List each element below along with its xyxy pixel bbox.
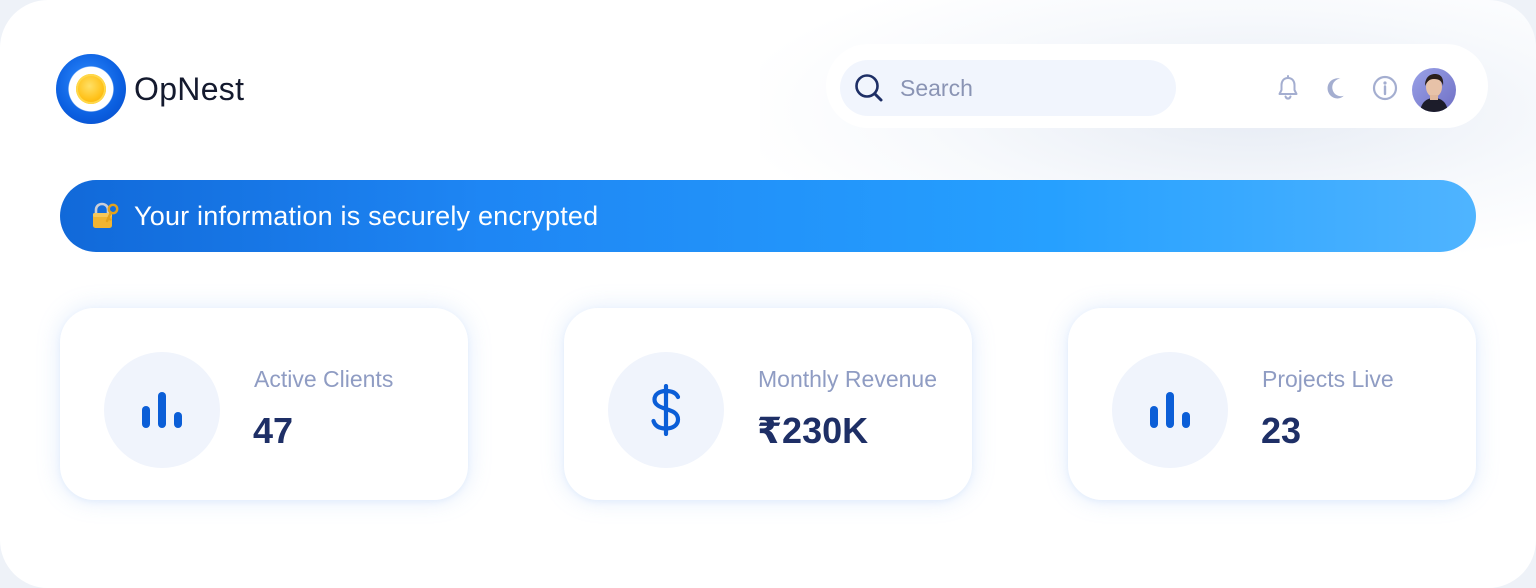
banner-text: Your information is securely encrypted bbox=[134, 200, 599, 231]
stat-label: Active Clients bbox=[254, 366, 394, 392]
stat-value: 47 bbox=[253, 410, 294, 451]
info-icon bbox=[1372, 75, 1398, 101]
app-frame: OpNest Search Your information is secure… bbox=[0, 0, 1536, 588]
theme-toggle-button[interactable] bbox=[1323, 74, 1351, 102]
logo-icon bbox=[56, 54, 126, 124]
brand-logo[interactable]: OpNest bbox=[56, 54, 244, 124]
security-banner: Your information is securely encrypted bbox=[60, 180, 1476, 252]
stat-card-monthly-revenue[interactable]: Monthly Revenue ₹230K bbox=[564, 308, 972, 500]
card-icon-container bbox=[104, 352, 220, 468]
search-bar[interactable] bbox=[840, 60, 1176, 116]
bar-chart-icon bbox=[1150, 392, 1190, 428]
search-input[interactable] bbox=[898, 73, 1142, 103]
avatar-image bbox=[1412, 68, 1456, 112]
card-icon-container bbox=[608, 352, 724, 468]
stat-value: 23 bbox=[1261, 410, 1302, 451]
stat-card-projects-live[interactable]: Projects Live 23 bbox=[1068, 308, 1476, 500]
moon-icon bbox=[1327, 78, 1344, 99]
dollar-icon bbox=[651, 384, 681, 436]
top-bar bbox=[826, 44, 1488, 128]
bell-icon bbox=[1278, 75, 1298, 100]
stat-value: ₹230K bbox=[757, 410, 869, 451]
search-icon bbox=[855, 74, 883, 102]
stat-card-active-clients[interactable]: Active Clients 47 bbox=[60, 308, 468, 500]
lock-key-icon bbox=[93, 202, 119, 228]
bar-chart-icon bbox=[142, 392, 182, 428]
notifications-button[interactable] bbox=[1274, 74, 1302, 102]
info-button[interactable] bbox=[1371, 74, 1399, 102]
card-icon-container bbox=[1112, 352, 1228, 468]
user-avatar[interactable] bbox=[1412, 68, 1456, 112]
app-name: OpNest bbox=[134, 70, 245, 107]
stat-label: Monthly Revenue bbox=[758, 366, 937, 392]
stat-label: Projects Live bbox=[1262, 366, 1394, 392]
